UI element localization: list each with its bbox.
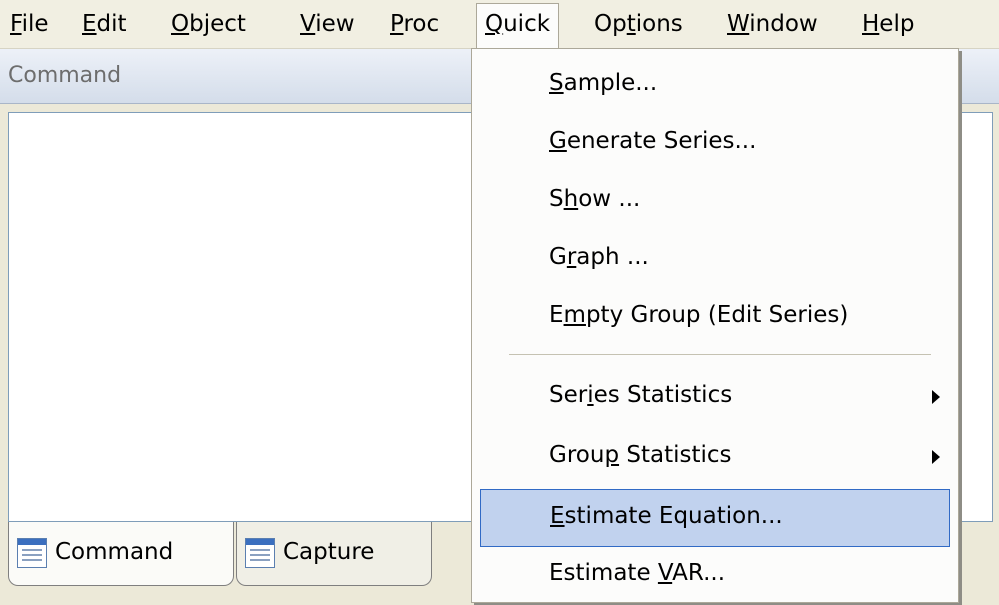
menu-item-label: Estimate Equation... <box>550 503 783 529</box>
menu-help[interactable]: Help <box>854 4 922 44</box>
tab-label: Command <box>55 539 174 565</box>
submenu-arrow-icon <box>932 450 940 464</box>
menu-object[interactable]: Object <box>163 4 254 44</box>
menu-item-estimate-var[interactable]: Estimate VAR... <box>480 547 950 605</box>
menu-item-show[interactable]: Show ... <box>480 173 950 231</box>
menu-file[interactable]: File <box>2 4 57 44</box>
menu-quick[interactable]: Quick <box>476 3 560 48</box>
menu-item-label: Show ... <box>549 186 641 212</box>
tab-command[interactable]: Command <box>8 522 234 586</box>
window-icon <box>245 538 275 568</box>
menu-options[interactable]: Options <box>586 4 691 44</box>
menu-item-estimate-equation[interactable]: Estimate Equation... <box>480 489 950 547</box>
menu-item-label: Estimate VAR... <box>549 560 725 586</box>
menu-item-graph[interactable]: Graph ... <box>480 231 950 289</box>
menu-item-label: Sample... <box>549 70 658 96</box>
menu-item-empty-group[interactable]: Empty Group (Edit Series) <box>480 289 950 347</box>
menu-item-label: Generate Series... <box>549 128 757 154</box>
menu-item-sample[interactable]: Sample... <box>480 57 950 115</box>
menu-item-group-statistics[interactable]: Group Statistics <box>480 429 950 487</box>
menu-item-series-statistics[interactable]: Series Statistics <box>480 369 950 427</box>
submenu-arrow-icon <box>932 390 940 404</box>
window-icon <box>17 538 47 568</box>
menu-edit[interactable]: Edit <box>74 4 135 44</box>
menu-view[interactable]: View <box>292 4 363 44</box>
menu-item-label: Empty Group (Edit Series) <box>549 302 849 328</box>
menu-proc[interactable]: Proc <box>382 4 447 44</box>
menu-bar: File Edit Object View Proc Quick Options… <box>0 0 999 49</box>
menu-item-generate-series[interactable]: Generate Series... <box>480 115 950 173</box>
command-window-title: Command <box>8 63 122 88</box>
quick-menu-dropdown: Sample... Generate Series... Show ... Gr… <box>471 48 959 603</box>
tab-capture[interactable]: Capture <box>236 522 432 586</box>
menu-item-label: Graph ... <box>549 244 649 270</box>
menu-window[interactable]: Window <box>719 4 826 44</box>
menu-item-label: Series Statistics <box>549 382 733 408</box>
menu-item-label: Group Statistics <box>549 442 732 468</box>
menu-separator <box>509 354 931 355</box>
tab-label: Capture <box>283 539 375 565</box>
